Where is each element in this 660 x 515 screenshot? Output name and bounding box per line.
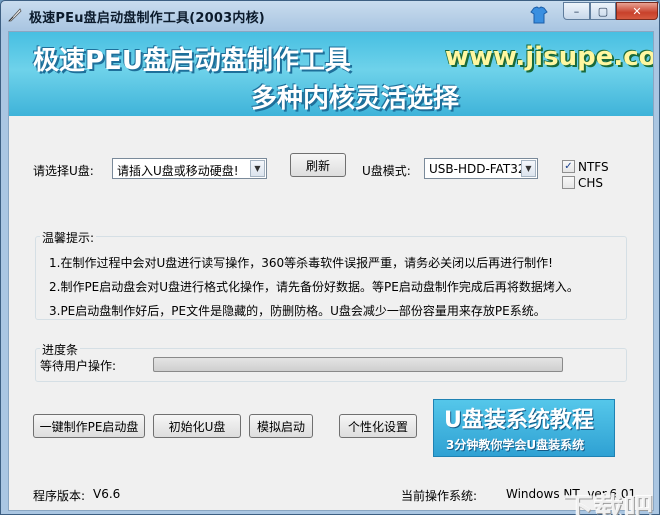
banner: 极速PEU盘启动盘制作工具 www.jisupe.com 多种内核灵活选择 bbox=[9, 32, 653, 116]
tip-line: 2.制作PE启动盘会对U盘进行格式化操作，请先备份好数据。等PE启动盘制作完成后… bbox=[49, 280, 579, 294]
client-area: 极速PEU盘启动盘制作工具 www.jisupe.com 多种内核灵活选择 请选… bbox=[8, 31, 654, 515]
minimize-button[interactable]: – bbox=[563, 2, 590, 20]
tip-line: 3.PE启动盘制作好后，PE文件是隐藏的，防删防格。U盘会减少一部份容量用来存放… bbox=[49, 304, 546, 318]
tutorial-ad-banner[interactable]: U盘装系统教程 3分钟教你学会U盘装系统 bbox=[433, 399, 615, 457]
os-label: 当前操作系统: bbox=[401, 489, 478, 503]
watermark-logo: 下载吧 bbox=[563, 492, 653, 515]
chs-label: CHS bbox=[578, 176, 604, 190]
chevron-down-icon[interactable]: ▼ bbox=[250, 160, 265, 177]
mode-label: U盘模式: bbox=[362, 164, 411, 178]
progress-bar bbox=[153, 357, 563, 372]
chevron-down-icon[interactable]: ▼ bbox=[521, 160, 536, 177]
title-bar[interactable]: 极速PEu盘启动盘制作工具(2003内核) – ▢ ✕ bbox=[1, 1, 659, 29]
refresh-button[interactable]: 刷新 bbox=[290, 153, 346, 177]
ntfs-label: NTFS bbox=[578, 160, 609, 174]
progress-title: 进度条 bbox=[40, 341, 81, 358]
ad-title: U盘装系统教程 bbox=[444, 408, 594, 433]
app-feather-icon bbox=[8, 8, 22, 22]
mode-value: USB-HDD-FAT32 bbox=[429, 162, 526, 176]
chs-checkbox[interactable] bbox=[562, 176, 575, 189]
app-window: 极速PEu盘启动盘制作工具(2003内核) – ▢ ✕ 极速PEU盘启动盘制作工… bbox=[0, 0, 660, 515]
shirt-skin-icon[interactable] bbox=[529, 5, 549, 25]
ntfs-checkbox[interactable]: ✓ bbox=[562, 160, 575, 173]
usb-select-label: 请选择U盘: bbox=[33, 164, 94, 178]
mode-dropdown[interactable]: USB-HDD-FAT32 ▼ bbox=[424, 158, 538, 179]
simulate-boot-button[interactable]: 模拟启动 bbox=[249, 414, 313, 438]
banner-subtitle: 多种内核灵活选择 bbox=[251, 84, 460, 114]
tip-line: 1.在制作过程中会对U盘进行读写操作，360等杀毒软件误报严重，请务必关闭以后再… bbox=[49, 256, 553, 270]
usb-select-value: 请插入U盘或移动硬盘! bbox=[117, 164, 239, 178]
tips-title: 温馨提示: bbox=[40, 229, 97, 246]
usb-select-dropdown[interactable]: 请插入U盘或移动硬盘! ▼ bbox=[112, 158, 267, 179]
personalize-button[interactable]: 个性化设置 bbox=[339, 414, 417, 438]
window-title: 极速PEu盘启动盘制作工具(2003内核) bbox=[29, 11, 265, 26]
init-usb-button[interactable]: 初始化U盘 bbox=[153, 414, 241, 438]
close-button[interactable]: ✕ bbox=[616, 2, 658, 20]
banner-url: www.jisupe.com bbox=[445, 42, 653, 72]
progress-status: 等待用户操作: bbox=[40, 359, 117, 373]
ad-subtitle: 3分钟教你学会U盘装系统 bbox=[446, 438, 585, 452]
maximize-button[interactable]: ▢ bbox=[590, 2, 616, 20]
version-value: V6.6 bbox=[93, 487, 121, 501]
banner-title: 极速PEU盘启动盘制作工具 bbox=[33, 46, 351, 76]
version-label: 程序版本: bbox=[33, 489, 86, 503]
one-click-make-button[interactable]: 一键制作PE启动盘 bbox=[33, 414, 145, 438]
